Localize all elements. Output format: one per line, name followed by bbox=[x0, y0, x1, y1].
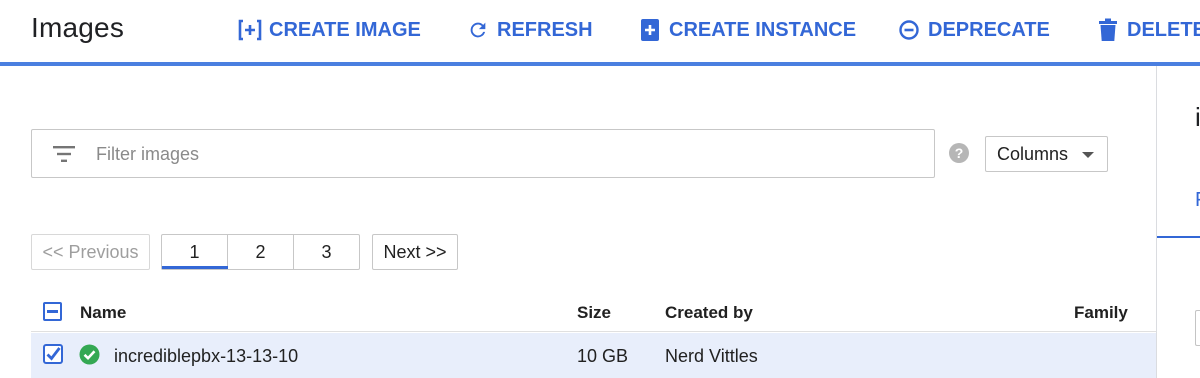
refresh-icon bbox=[465, 17, 491, 43]
dropdown-caret-icon bbox=[1082, 152, 1094, 158]
refresh-label: REFRESH bbox=[497, 18, 593, 41]
details-panel-tab[interactable]: F bbox=[1195, 189, 1200, 212]
previous-page-button[interactable]: << Previous bbox=[31, 234, 150, 270]
table-row[interactable]: incrediblepbx-13-13-10 10 GB Nerd Vittle… bbox=[31, 333, 1156, 378]
status-ok-icon bbox=[79, 344, 100, 365]
row-checkbox[interactable] bbox=[43, 344, 63, 364]
image-created-by: Nerd Vittles bbox=[665, 346, 758, 366]
page-1-button[interactable]: 1 bbox=[161, 234, 228, 270]
page-3-label: 3 bbox=[321, 241, 332, 262]
create-instance-label: CREATE INSTANCE bbox=[669, 18, 857, 41]
top-toolbar: Images CREATE IMAGE REFRESH CREATE INSTA… bbox=[0, 0, 1200, 62]
image-size: 10 GB bbox=[577, 346, 629, 366]
column-header-size[interactable]: Size bbox=[577, 303, 611, 323]
columns-dropdown[interactable]: Columns bbox=[985, 136, 1108, 172]
page-1-label: 1 bbox=[189, 241, 200, 262]
create-instance-button[interactable]: CREATE INSTANCE bbox=[637, 17, 856, 43]
filter-icon bbox=[53, 145, 75, 168]
deprecate-icon bbox=[896, 17, 922, 43]
next-page-button[interactable]: Next >> bbox=[372, 234, 458, 270]
delete-button[interactable]: DELETE bbox=[1095, 17, 1200, 43]
toolbar-divider bbox=[0, 62, 1200, 66]
next-page-label: Next >> bbox=[383, 241, 447, 262]
previous-page-label: << Previous bbox=[42, 241, 139, 262]
deprecate-button[interactable]: DEPRECATE bbox=[896, 17, 1050, 43]
create-image-icon bbox=[237, 17, 263, 43]
current-page-indicator bbox=[162, 266, 228, 269]
page-3-button[interactable]: 3 bbox=[293, 234, 360, 270]
refresh-button[interactable]: REFRESH bbox=[465, 17, 593, 43]
help-icon[interactable]: ? bbox=[949, 143, 969, 163]
trash-icon bbox=[1095, 17, 1121, 43]
image-name-link[interactable]: incrediblepbx-13-13-10 bbox=[114, 346, 298, 367]
details-tab-underline bbox=[1157, 236, 1200, 238]
details-panel-title: i bbox=[1195, 102, 1200, 132]
table-header: Name Size Created by Family bbox=[31, 293, 1156, 332]
delete-label: DELETE bbox=[1127, 18, 1200, 41]
page-2-button[interactable]: 2 bbox=[227, 234, 294, 270]
page-2-label: 2 bbox=[255, 241, 266, 262]
column-header-created-by[interactable]: Created by bbox=[665, 303, 753, 323]
details-panel: i F bbox=[1156, 66, 1200, 378]
filter-images-input[interactable] bbox=[96, 140, 916, 168]
create-instance-icon bbox=[637, 17, 663, 43]
deprecate-label: DEPRECATE bbox=[928, 18, 1050, 41]
select-all-checkbox[interactable] bbox=[43, 302, 62, 321]
filter-box[interactable] bbox=[31, 129, 935, 178]
create-image-label: CREATE IMAGE bbox=[269, 18, 421, 41]
create-image-button[interactable]: CREATE IMAGE bbox=[237, 17, 421, 43]
details-panel-field[interactable] bbox=[1195, 310, 1200, 346]
column-header-family[interactable]: Family bbox=[1074, 303, 1128, 323]
images-page: Images CREATE IMAGE REFRESH CREATE INSTA… bbox=[0, 0, 1200, 378]
page-title: Images bbox=[31, 12, 125, 43]
column-header-name[interactable]: Name bbox=[80, 303, 126, 323]
columns-label: Columns bbox=[997, 143, 1069, 164]
